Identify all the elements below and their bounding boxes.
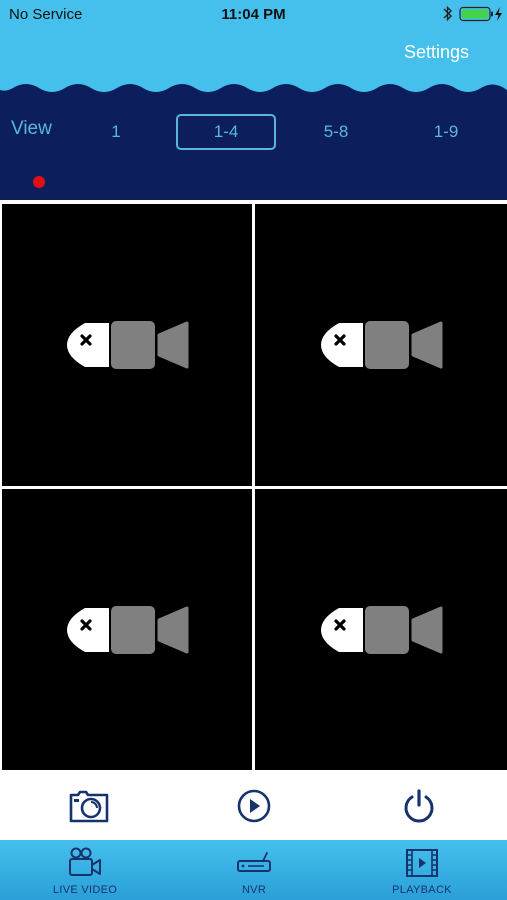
tab-bar: LIVE VIDEO NVR PLAYBACK: [0, 840, 507, 900]
view-option-5-8[interactable]: 5-8: [306, 114, 366, 150]
bluetooth-icon: [443, 5, 452, 22]
no-signal-camera-icon: [67, 605, 189, 654]
camera-tile-1[interactable]: [2, 204, 252, 486]
camera-tile-3[interactable]: [2, 489, 252, 770]
no-signal-camera-icon: [321, 605, 443, 654]
tab-live-video[interactable]: LIVE VIDEO: [20, 840, 150, 900]
tab-label: NVR: [241, 884, 267, 896]
status-time: 11:04 PM: [221, 6, 286, 23]
view-label: View: [11, 118, 52, 139]
tab-label: LIVE VIDEO: [52, 884, 118, 896]
status-bar: No Service 11:04 PM: [0, 0, 507, 28]
power-icon[interactable]: [397, 788, 441, 824]
settings-button[interactable]: Settings: [404, 42, 469, 63]
red-dot-icon: [33, 176, 45, 188]
camera-grid: [0, 200, 507, 772]
no-signal-camera-icon: [67, 321, 189, 369]
video-camera-icon: [69, 847, 101, 876]
view-option-1-4[interactable]: 1-4: [176, 114, 276, 150]
camera-tile-4[interactable]: [255, 489, 507, 770]
view-option-1-9[interactable]: 1-9: [416, 114, 476, 150]
film-play-icon: [406, 849, 438, 877]
play-circle-icon[interactable]: [232, 788, 276, 824]
no-signal-camera-icon: [321, 321, 443, 369]
nvr-device-icon: [237, 852, 271, 872]
camera-snapshot-icon[interactable]: [67, 788, 111, 824]
app-screen: No Service 11:04 PM Settings View 1 1-4 …: [0, 0, 507, 900]
view-option-1[interactable]: 1: [96, 114, 136, 150]
tab-label: PLAYBACK: [392, 884, 452, 896]
control-bar: [0, 772, 507, 840]
camera-tile-2[interactable]: [255, 204, 507, 486]
tab-nvr[interactable]: NVR: [189, 840, 319, 900]
battery-charging-icon: [459, 6, 502, 22]
tab-playback[interactable]: PLAYBACK: [357, 840, 487, 900]
header: No Service 11:04 PM Settings View 1 1-4 …: [0, 0, 507, 200]
